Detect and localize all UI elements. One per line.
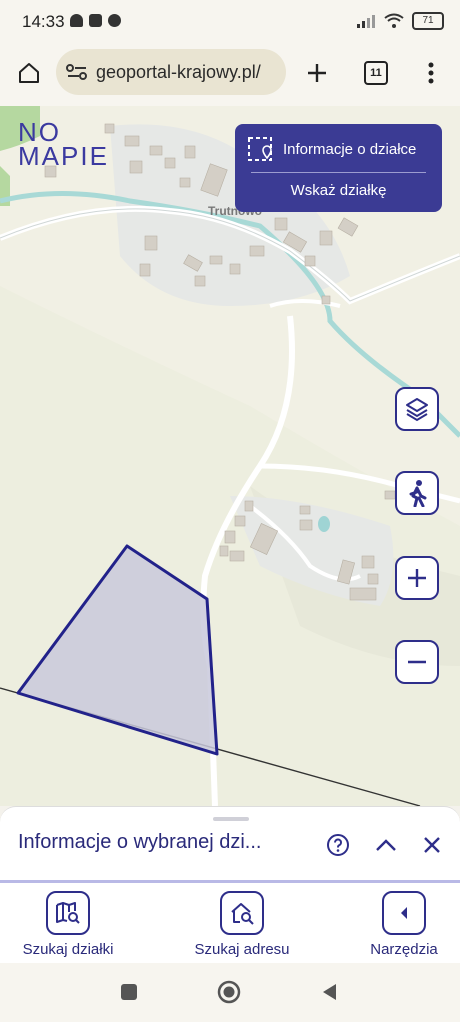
help-icon bbox=[327, 834, 349, 856]
minus-icon bbox=[408, 660, 426, 664]
system-home-button[interactable] bbox=[216, 979, 242, 1005]
map-search-icon bbox=[56, 902, 80, 924]
chevron-left-icon bbox=[401, 907, 407, 919]
sheet-title: Informacje o wybranej dzi... bbox=[18, 831, 262, 853]
search-address-label: Szukaj adresu bbox=[194, 941, 290, 958]
logo-line-2: MAPIE bbox=[18, 141, 109, 171]
plus-icon bbox=[408, 569, 426, 587]
url-text: geoportal-krajowy.pl/ bbox=[96, 61, 261, 82]
parcel-info-title: Informacje o działce bbox=[283, 140, 417, 158]
select-location-icon bbox=[248, 137, 272, 161]
zoom-out-button[interactable] bbox=[395, 640, 439, 684]
site-settings-icon bbox=[66, 64, 87, 80]
more-vertical-icon bbox=[428, 62, 434, 84]
chevron-up-icon bbox=[376, 839, 396, 851]
clock: 14:33 bbox=[22, 12, 65, 31]
parcel-info-panel: Informacje o działce Wskaż działkę bbox=[235, 124, 442, 212]
back-button[interactable] bbox=[318, 981, 340, 1003]
zoom-in-button[interactable] bbox=[395, 556, 439, 600]
search-address-button[interactable]: Szukaj adresu bbox=[187, 891, 297, 958]
alert-notification-icon bbox=[108, 14, 121, 27]
system-nav-bar bbox=[0, 963, 460, 1022]
new-tab-button[interactable] bbox=[302, 58, 332, 88]
bottom-toolbar: Szukaj działki Szukaj adresu Narzędzia bbox=[0, 883, 460, 963]
expand-sheet-button[interactable] bbox=[372, 831, 400, 859]
battery-indicator: 71 bbox=[412, 12, 444, 30]
street-view-button[interactable] bbox=[395, 471, 439, 515]
wifi-icon bbox=[384, 13, 404, 28]
upload-notification-icon bbox=[89, 14, 102, 27]
browser-menu-button[interactable] bbox=[418, 58, 444, 88]
recents-button[interactable] bbox=[118, 981, 140, 1003]
tools-icon-box bbox=[382, 891, 426, 935]
point-parcel-button[interactable]: Wskaż działkę bbox=[235, 182, 442, 199]
shield-notification-icon bbox=[70, 14, 83, 27]
layers-icon bbox=[406, 398, 428, 422]
search-parcel-label: Szukaj działki bbox=[22, 941, 114, 958]
bottom-sheet: Informacje o wybranej dzi... bbox=[0, 806, 460, 885]
search-parcel-button[interactable]: Szukaj działki bbox=[13, 891, 123, 958]
home-button[interactable] bbox=[14, 58, 44, 88]
close-sheet-button[interactable] bbox=[418, 831, 446, 859]
battery-level: 71 bbox=[422, 15, 434, 26]
parcel-info-button[interactable]: Informacje o działce bbox=[247, 132, 434, 166]
close-icon bbox=[424, 837, 440, 853]
tools-button[interactable]: Narzędzia bbox=[349, 891, 459, 958]
square-icon bbox=[121, 984, 137, 1000]
triangle-back-icon bbox=[323, 984, 336, 1000]
home-icon bbox=[19, 63, 39, 83]
search-parcel-icon-box bbox=[46, 891, 90, 935]
tools-label: Narzędzia bbox=[370, 941, 438, 958]
signal-icon bbox=[357, 15, 375, 28]
help-button[interactable] bbox=[324, 831, 352, 859]
status-bar: 14:33 71 bbox=[0, 0, 460, 44]
panel-divider bbox=[251, 172, 426, 173]
pedestrian-icon bbox=[409, 480, 427, 507]
plus-icon bbox=[308, 64, 326, 82]
sheet-drag-handle[interactable] bbox=[213, 817, 249, 821]
home-search-icon bbox=[231, 903, 254, 925]
address-bar[interactable]: geoportal-krajowy.pl/ bbox=[56, 49, 286, 95]
nomapie-logo: NO MAPIE bbox=[18, 119, 109, 171]
circle-icon bbox=[217, 980, 241, 1004]
browser-toolbar: geoportal-krajowy.pl/ 11 bbox=[0, 44, 460, 106]
tab-switcher-button[interactable]: 11 bbox=[364, 61, 388, 85]
layers-button[interactable] bbox=[395, 387, 439, 431]
search-address-icon-box bbox=[220, 891, 264, 935]
